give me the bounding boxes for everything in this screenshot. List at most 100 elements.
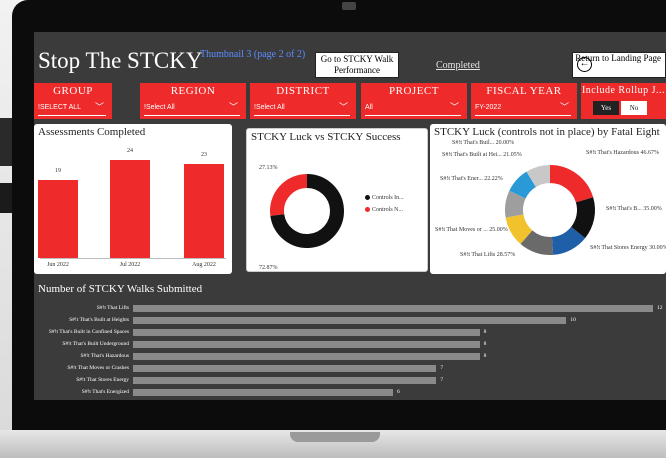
filter-project: PROJECT All ﹀: [361, 83, 467, 119]
fatal-eight-panel: STCKY Luck (controls not in place) by Fa…: [430, 124, 666, 274]
project-dropdown[interactable]: All ﹀: [365, 100, 461, 116]
filter-bar: GROUP !SELECT ALL ﹀ REGION !Select All ﹀ D…: [34, 80, 666, 120]
filter-label: DISTRICT: [276, 85, 330, 97]
bar: [133, 305, 653, 312]
data-label: 7: [440, 377, 444, 383]
luck-vs-success-panel: STCKY Luck vs STCKY Success 72.87% 27.13%…: [246, 128, 428, 272]
dropdown-value: !Select All: [254, 104, 285, 111]
bar: [133, 365, 437, 372]
district-dropdown[interactable]: !Select All ﹀: [254, 100, 350, 116]
filter-fiscal-year: FISCAL YEAR FY-2022 ﹀: [471, 83, 577, 119]
category-label: S#!t That's Built in Confined Spaces: [48, 329, 129, 335]
chart-title: Assessments Completed: [38, 126, 146, 138]
donut-slice: [551, 226, 586, 255]
bar: [38, 180, 78, 258]
dropdown-value: !SELECT ALL: [38, 104, 82, 111]
dashboard-screen: Stop The STCKY Thumbnail 3 (page 2 of 2)…: [34, 32, 666, 400]
category-label: S#!t That Stores Energy: [76, 377, 129, 383]
bar: [133, 329, 480, 336]
goto-walk-performance-button[interactable]: Go to STCKY Walk Performance: [315, 52, 399, 78]
data-label: 7: [440, 365, 444, 371]
data-label: 8: [483, 341, 487, 347]
bar: [133, 353, 480, 360]
chevron-down-icon: ﹀: [94, 102, 104, 112]
data-label: 23: [201, 152, 207, 159]
category-label: S#!t That Lifts: [96, 305, 129, 311]
rollup-yes-toggle[interactable]: Yes: [593, 101, 619, 115]
legend-swatch: [365, 207, 370, 213]
table-row: S#!t That's Hazardous 8: [36, 352, 664, 361]
table-row: S#!t That's Built Underground 8: [36, 340, 664, 349]
chevron-down-icon: ﹀: [559, 102, 569, 112]
bar: [133, 341, 480, 348]
laptop-notch: [290, 432, 380, 442]
data-label: S#!t That's Ener... 22.22%: [440, 176, 503, 182]
tick-label: Jun 2022: [47, 262, 69, 268]
bar: [184, 164, 224, 258]
donut-slice: [570, 197, 595, 239]
donut-slice: [549, 165, 594, 203]
filter-region: REGION !Select All ﹀: [140, 83, 246, 119]
fiscal-year-dropdown[interactable]: FY-2022 ﹀: [475, 100, 571, 116]
chevron-down-icon: ﹀: [228, 102, 238, 112]
donut-slice: [505, 213, 533, 244]
rollup-no-toggle[interactable]: No: [621, 101, 647, 115]
filter-label: Include Rollup J...: [581, 85, 666, 96]
filter-label: GROUP: [53, 85, 93, 97]
walks-submitted-panel: Number of STCKY Walks Submitted S#!t Tha…: [36, 280, 664, 400]
chevron-down-icon: ﹀: [449, 102, 459, 112]
bar: [133, 317, 567, 324]
chart-title: Number of STCKY Walks Submitted: [38, 283, 203, 295]
data-label: 12: [657, 305, 663, 311]
data-label: S#!t That's Buil... 20.00%: [452, 140, 515, 146]
data-label: S#!t That's Built at Hei... 21.05%: [442, 152, 522, 158]
data-label: 19: [55, 168, 61, 175]
tick-label: Aug 2022: [192, 262, 216, 268]
table-row: S#!t That's Energized 6: [36, 388, 664, 397]
filter-label: REGION: [170, 85, 216, 97]
return-to-landing-button[interactable]: ← Return to Landing Page: [572, 52, 666, 78]
data-label: S#!t That Moves or ... 25.00%: [435, 227, 508, 233]
data-label: 10: [570, 317, 576, 323]
webcam: [342, 2, 356, 10]
bar: [133, 389, 393, 396]
table-row: S#!t That's Built in Confined Spaces 8: [36, 328, 664, 337]
category-label: S#!t That's Built at Heights: [69, 317, 129, 323]
x-axis: [40, 258, 226, 259]
table-row: S#!t That Stores Energy 7: [36, 376, 664, 385]
legend-item: Controls N...: [365, 207, 403, 213]
dropdown-value: All: [365, 104, 373, 111]
thumbnail-label: Thumbnail 3 (page 2 of 2): [200, 49, 306, 60]
bar: [133, 377, 437, 384]
legend-item: Controls In...: [365, 195, 404, 201]
region-dropdown[interactable]: !Select All ﹀: [144, 100, 240, 116]
filter-district: DISTRICT !Select All ﹀: [250, 83, 356, 119]
legend-label: Controls N...: [372, 207, 404, 213]
table-row: S#!t That Moves or Crashes 7: [36, 364, 664, 373]
data-label: 27.13%: [259, 165, 278, 171]
data-label: S#!t That's Hazardous 46.67%: [586, 150, 659, 156]
donut-slice: [270, 174, 308, 216]
table-row: S#!t That Lifts 12: [36, 304, 664, 313]
data-label: S#!t That Lifts 28.57%: [460, 252, 516, 258]
data-label: 72.87%: [259, 265, 278, 271]
category-label: S#!t That's Built Underground: [62, 341, 129, 347]
legend-label: Controls In...: [372, 195, 404, 201]
filter-rollup: Include Rollup J... Yes No: [581, 83, 666, 119]
page-title: Stop The STCKY: [38, 48, 203, 73]
donut-slice: [520, 230, 554, 255]
donut-slice: [509, 171, 537, 199]
filter-group: GROUP !SELECT ALL ﹀: [34, 83, 112, 119]
assessments-panel: Assessments Completed 19 Jun 2022 24 Jul 20…: [34, 124, 232, 274]
table-row: S#!t That's Built at Heights 10: [36, 316, 664, 325]
group-dropdown[interactable]: !SELECT ALL ﹀: [38, 100, 106, 116]
data-label: 6: [397, 389, 400, 395]
completed-link[interactable]: Completed: [436, 60, 480, 71]
donut-slice: [505, 190, 526, 218]
donut-slice: [526, 165, 551, 188]
header: Stop The STCKY Thumbnail 3 (page 2 of 2)…: [34, 32, 666, 80]
arrow-left-icon: ←: [577, 57, 592, 72]
category-label: S#!t That Moves or Crashes: [67, 365, 129, 371]
tick-label: Jul 2022: [119, 262, 141, 268]
category-label: S#!t That's Energized: [81, 389, 129, 395]
